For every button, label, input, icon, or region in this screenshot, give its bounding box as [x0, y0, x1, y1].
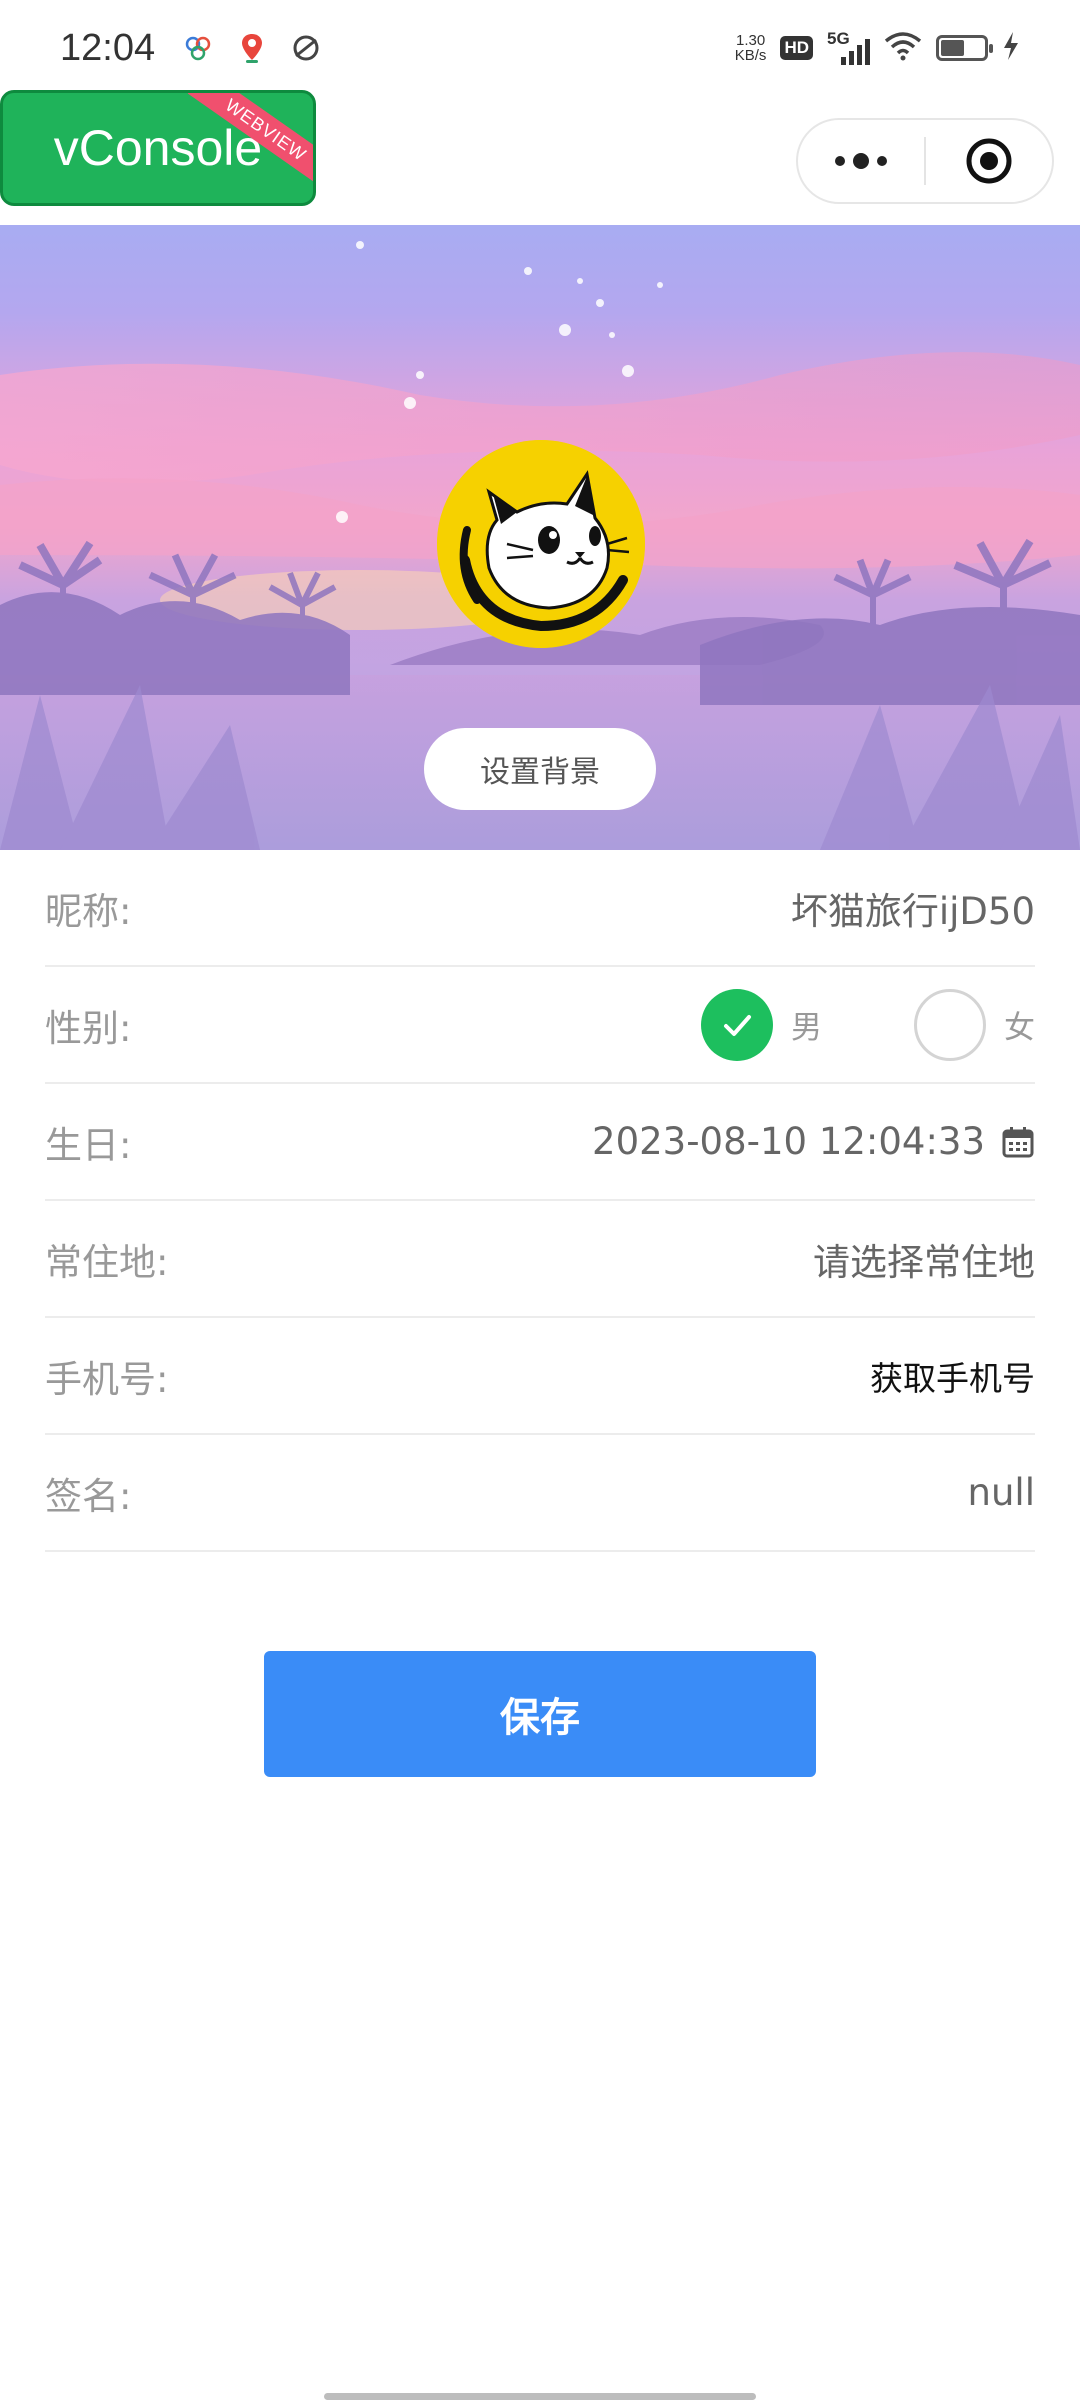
- gender-female-radio[interactable]: [914, 988, 986, 1061]
- miniprogram-capsule: [796, 118, 1054, 204]
- wifi-icon: [884, 31, 922, 65]
- birthday-value: 2023-08-10 12:04:33: [592, 1120, 985, 1163]
- gender-male-label[interactable]: 男: [791, 1002, 822, 1047]
- calendar-icon: [1002, 1126, 1034, 1157]
- signature-row[interactable]: 签名: null: [45, 1435, 1035, 1552]
- status-time: 12:04: [60, 26, 156, 69]
- phone-label: 手机号:: [45, 1357, 169, 1401]
- close-miniprogram-button[interactable]: [926, 120, 1052, 202]
- battery-icon: [936, 35, 993, 61]
- nickname-input[interactable]: 坏猫旅行ijD50: [791, 881, 1035, 935]
- network-type: 5G: [827, 29, 850, 48]
- signature-label: 签名:: [45, 1474, 132, 1518]
- checkmark-icon: [724, 1014, 751, 1036]
- save-button[interactable]: 保存: [264, 1651, 816, 1777]
- profile-edit-page: 12:04 1.30 KB/s HD 5G vConsole WEBVIEW 设…: [0, 0, 1080, 2404]
- cat-avatar-image: [437, 440, 645, 648]
- vconsole-label: vConsole: [53, 120, 263, 176]
- sync-app-icon: [289, 31, 323, 65]
- target-close-icon: [966, 138, 1012, 184]
- network-speed: 1.30 KB/s: [735, 33, 767, 63]
- profile-background: 设置背景: [0, 225, 1080, 850]
- network-speed-value: 1.30: [735, 32, 766, 49]
- gender-label: 性别:: [45, 1006, 132, 1050]
- residence-row[interactable]: 常住地: 请选择常住地: [45, 1201, 1035, 1318]
- user-avatar[interactable]: [437, 440, 645, 648]
- status-bar: 12:04 1.30 KB/s HD 5G: [0, 0, 1080, 96]
- map-pin-app-icon: [235, 31, 269, 65]
- signal-icon: 5G: [827, 29, 870, 65]
- birthday-label: 生日:: [45, 1123, 132, 1167]
- gender-male-radio[interactable]: [701, 988, 773, 1061]
- gender-radio-group: 男 女: [701, 988, 1035, 1061]
- gender-row: 性别: 男 女: [45, 967, 1035, 1084]
- more-button[interactable]: [798, 120, 924, 202]
- residence-picker[interactable]: 请选择常住地: [813, 1232, 1035, 1286]
- network-speed-unit: KB/s: [734, 47, 767, 64]
- birthday-picker[interactable]: 2023-08-10 12:04:33: [592, 1120, 1035, 1163]
- more-dots-icon: [835, 153, 887, 169]
- notification-icons: [181, 31, 323, 65]
- residence-label: 常住地:: [45, 1240, 169, 1284]
- gender-female-label[interactable]: 女: [1004, 1002, 1035, 1047]
- nickname-label: 昵称:: [45, 889, 132, 933]
- charging-icon: [1002, 31, 1020, 65]
- set-background-button[interactable]: 设置背景: [424, 728, 656, 810]
- get-phone-button[interactable]: 获取手机号: [870, 1352, 1035, 1400]
- hd-badge: HD: [780, 36, 813, 60]
- clover-app-icon: [181, 31, 215, 65]
- phone-row: 手机号: 获取手机号: [45, 1318, 1035, 1435]
- nickname-row[interactable]: 昵称: 坏猫旅行ijD50: [45, 850, 1035, 967]
- signature-input[interactable]: null: [968, 1471, 1035, 1514]
- home-indicator[interactable]: [324, 2393, 756, 2400]
- birthday-row[interactable]: 生日: 2023-08-10 12:04:33: [45, 1084, 1035, 1201]
- vconsole-button[interactable]: vConsole WEBVIEW: [0, 90, 316, 206]
- profile-form: 昵称: 坏猫旅行ijD50 性别: 男 女 生日: 2023-08-10 12:…: [45, 850, 1035, 1552]
- system-indicators: 1.30 KB/s HD 5G: [735, 29, 1020, 65]
